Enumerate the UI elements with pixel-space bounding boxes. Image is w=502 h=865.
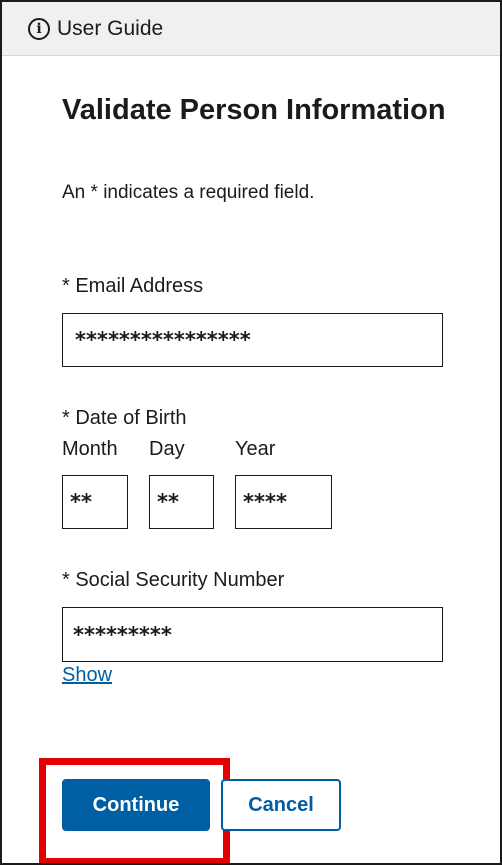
day-label: Day bbox=[149, 438, 185, 460]
month-field[interactable]: ** bbox=[62, 475, 128, 529]
year-label: Year bbox=[235, 438, 276, 460]
page-title: Validate Person Information bbox=[62, 94, 446, 126]
info-icon: i bbox=[28, 17, 50, 40]
month-label: Month bbox=[62, 438, 118, 460]
continue-button[interactable]: Continue bbox=[62, 779, 210, 831]
show-ssn-link[interactable]: Show bbox=[62, 664, 112, 687]
ssn-field[interactable]: ********* bbox=[62, 607, 443, 662]
ssn-label: * Social Security Number bbox=[62, 569, 285, 591]
day-field[interactable]: ** bbox=[149, 475, 214, 529]
required-field-note: An * indicates a required field. bbox=[62, 182, 315, 203]
user-guide-bar[interactable]: i User Guide bbox=[2, 2, 500, 56]
email-label: * Email Address bbox=[62, 275, 204, 297]
year-field[interactable]: **** bbox=[235, 475, 332, 529]
date-of-birth-label: * Date of Birth bbox=[62, 407, 187, 429]
user-guide-label[interactable]: User Guide bbox=[57, 17, 163, 41]
screenshot-frame: i User Guide Validate Person Information… bbox=[0, 0, 502, 865]
email-field[interactable]: **************** bbox=[62, 313, 443, 367]
cancel-button[interactable]: Cancel bbox=[221, 779, 341, 831]
